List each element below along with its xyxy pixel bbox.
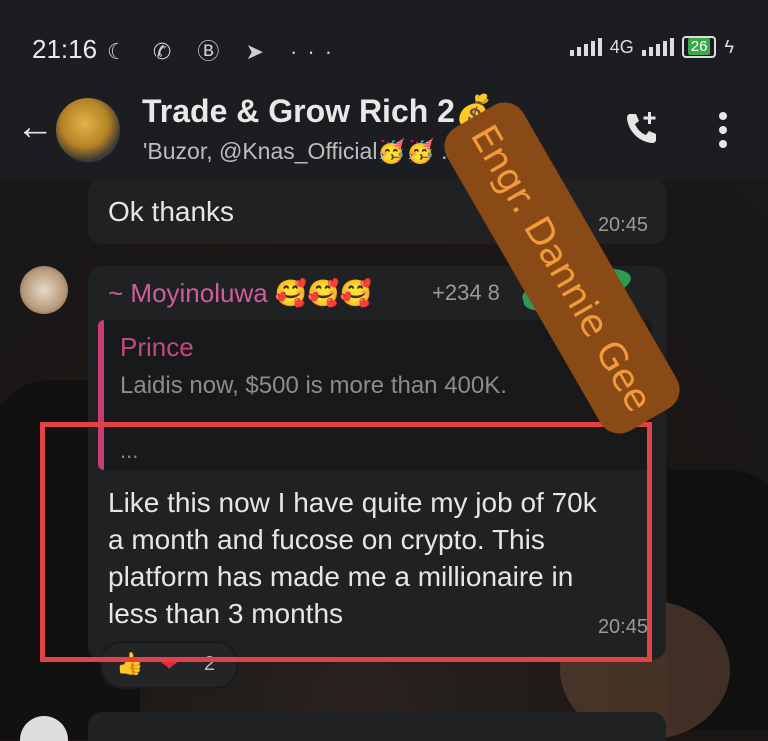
battery-icon: 26 [681,36,717,58]
status-right: 4G 26 ϟ [569,36,734,58]
network-type: 4G [609,36,634,57]
signal-icon-2 [641,38,674,56]
status-time: 21:16 [32,34,98,64]
next-message-bubble[interactable] [88,712,666,741]
chat-header[interactable]: ← Trade & Grow Rich 2💰 'Buzor, @Knas_Off… [0,88,768,180]
charging-icon: ϟ [724,36,734,57]
sender-phone: +234 8 [432,280,500,305]
group-avatar[interactable] [56,98,120,162]
chat-screen: 21:16 ☾ ✆ Ⓑ ➤ ··· 4G 26 ϟ ← Trade & Grow… [0,0,768,741]
more-options-icon[interactable] [716,110,730,150]
add-call-icon[interactable] [622,108,662,148]
quoted-sender: Prince [120,332,194,362]
status-bar: 21:16 ☾ ✆ Ⓑ ➤ ··· 4G 26 ϟ [0,0,768,90]
signal-icon [569,38,602,56]
highlight-box [40,422,652,662]
message-text: Ok thanks [108,196,235,227]
sender-avatar[interactable] [20,266,68,314]
notification-icons: ☾ ✆ Ⓑ ➤ ··· [107,39,343,64]
group-title[interactable]: Trade & Grow Rich 2💰 [142,92,495,130]
sender-name[interactable]: ~ Moyinoluwa 🥰🥰🥰 [108,278,372,309]
quoted-text: Laidis now, $500 is more than 400K. [120,372,507,399]
back-arrow-icon[interactable]: ← [16,106,54,149]
message-time: 20:45 [597,214,648,236]
